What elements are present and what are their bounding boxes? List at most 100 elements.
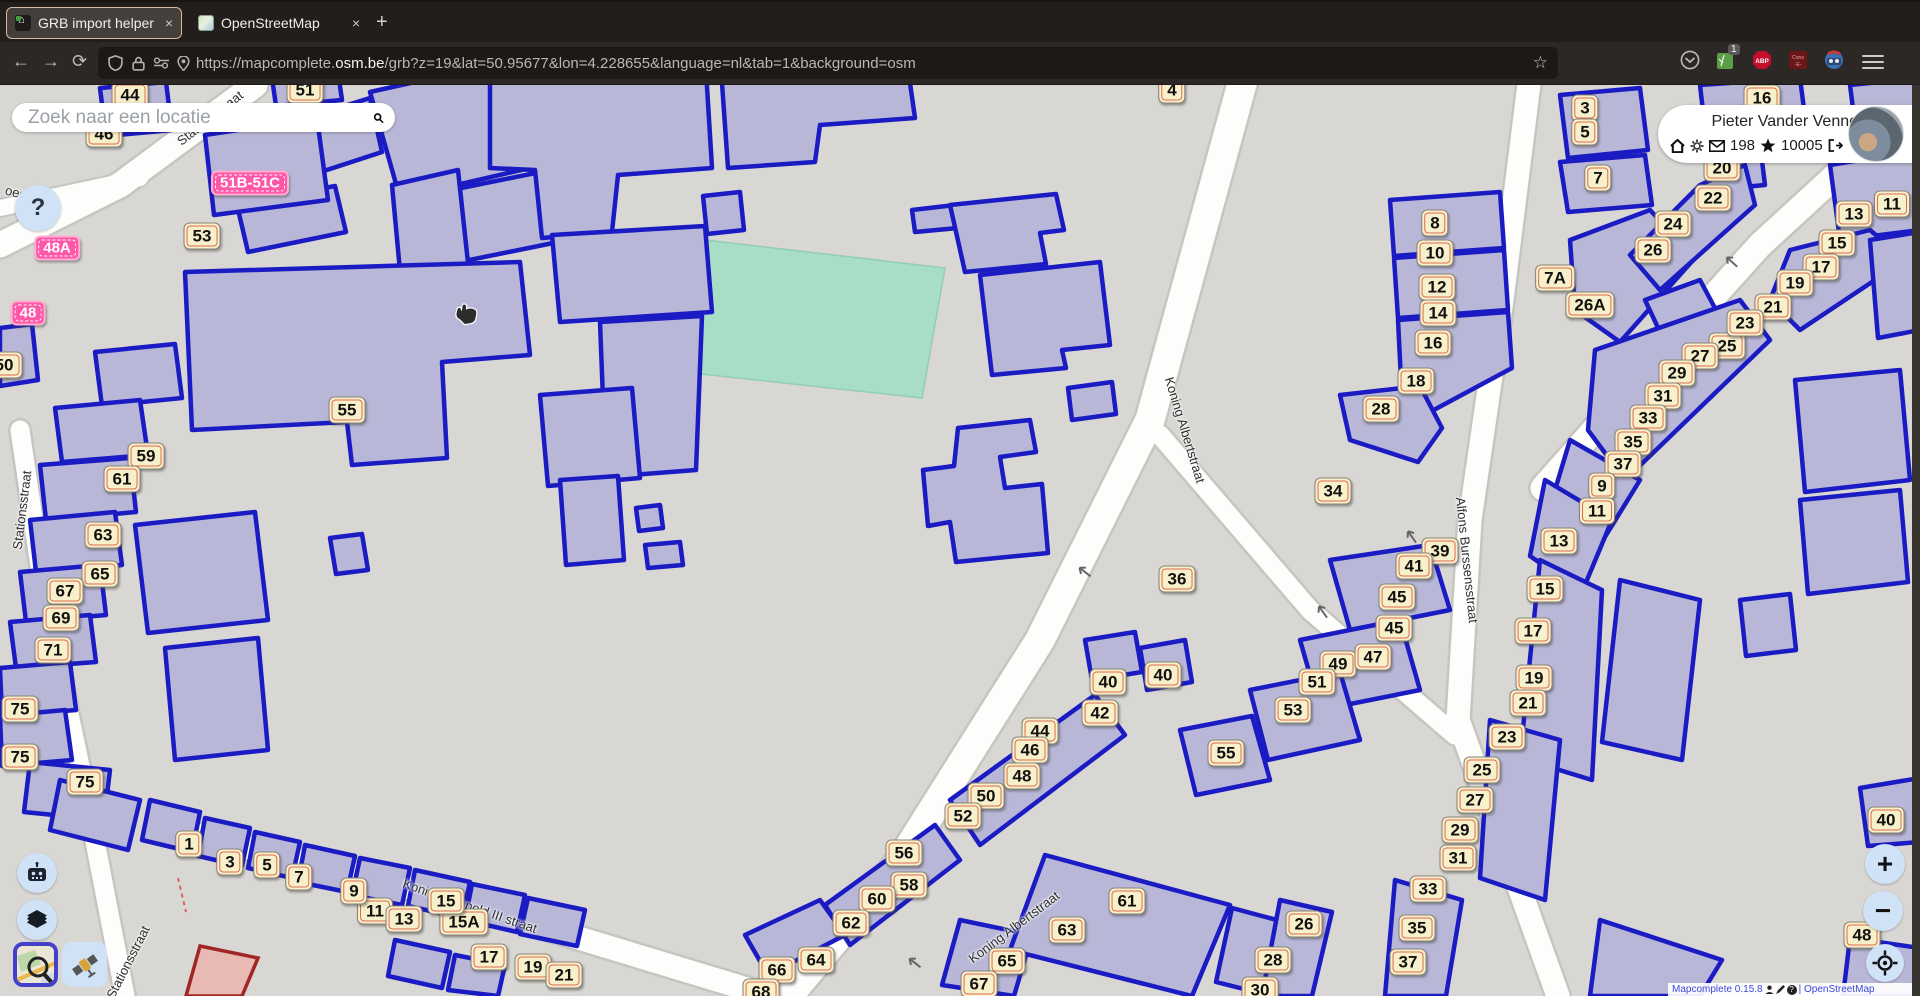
housenumber-badge[interactable]: 67 <box>47 578 84 605</box>
housenumber-badge[interactable]: 65 <box>82 561 119 588</box>
housenumber-badge[interactable]: 26A <box>1565 292 1614 319</box>
housenumber-badge[interactable]: 25 <box>1464 757 1501 784</box>
zoom-out-button[interactable]: − <box>1863 891 1903 931</box>
housenumber-badge[interactable]: 3 <box>216 849 243 876</box>
housenumber-badge[interactable]: 31 <box>1440 845 1477 872</box>
housenumber-badge[interactable]: 56 <box>886 840 923 867</box>
housenumber-badge[interactable]: 61 <box>1109 888 1146 915</box>
housenumber-badge[interactable]: 9 <box>1588 473 1615 500</box>
user-panel[interactable]: Pieter Vander Vennet 198 10005 <box>1658 105 1920 163</box>
mapcomplete-version-link[interactable]: Mapcomplete 0.15.8 <box>1672 984 1763 995</box>
avatar[interactable] <box>1848 106 1904 162</box>
housenumber-badge[interactable]: 41 <box>1396 553 1433 580</box>
attribution-help-icon[interactable]: ? <box>1787 985 1797 995</box>
housenumber-badge[interactable]: 36 <box>1159 566 1196 593</box>
housenumber-badge[interactable]: 69 <box>43 605 80 632</box>
housenumber-badge[interactable]: 17 <box>471 944 508 971</box>
reload-button[interactable]: ⟳ <box>72 51 87 72</box>
housenumber-badge[interactable]: 35 <box>1399 915 1436 942</box>
housenumber-badge[interactable]: 46 <box>1012 737 1049 764</box>
forward-button[interactable]: → <box>42 51 60 72</box>
housenumber-badge[interactable]: 40 <box>1090 669 1127 696</box>
housenumber-badge[interactable]: 40 <box>1145 662 1182 689</box>
housenumber-badge[interactable]: 48 <box>11 301 46 326</box>
help-button[interactable]: ? <box>15 185 61 231</box>
logout-icon[interactable] <box>1828 139 1843 152</box>
housenumber-badge[interactable]: 12 <box>1419 274 1456 301</box>
housenumber-badge[interactable]: 33 <box>1410 876 1447 903</box>
housenumber-badge[interactable]: 52 <box>945 803 982 830</box>
adblock-plus-icon[interactable]: ABP <box>1752 50 1772 70</box>
zoom-in-button[interactable]: + <box>1865 844 1905 884</box>
back-button[interactable]: ← <box>12 51 30 72</box>
contributor-icon[interactable] <box>1765 985 1774 994</box>
tab-close-icon[interactable]: × <box>352 15 360 31</box>
search-input[interactable] <box>26 106 372 130</box>
lock-icon[interactable] <box>132 56 145 71</box>
housenumber-badge[interactable]: 48A <box>34 236 80 261</box>
housenumber-badge[interactable]: 61 <box>104 466 141 493</box>
url-bar[interactable]: https://mapcomplete.osm.be/grb?z=19&lat=… <box>98 47 1558 79</box>
housenumber-badge[interactable]: 28 <box>1255 947 1292 974</box>
housenumber-badge[interactable]: 7 <box>285 864 312 891</box>
housenumber-badge[interactable]: 29 <box>1442 817 1479 844</box>
housenumber-badge[interactable]: 5 <box>253 852 280 879</box>
tab-close-icon[interactable]: × <box>165 15 173 31</box>
housenumber-badge[interactable]: 3 <box>1571 95 1598 122</box>
housenumber-badge[interactable]: 11 <box>1874 191 1910 218</box>
housenumber-badge[interactable]: 53 <box>1275 697 1312 724</box>
housenumber-badge[interactable]: 15 <box>1819 230 1856 257</box>
housenumber-badge[interactable]: 60 <box>859 886 896 913</box>
housenumber-badge[interactable]: 23 <box>1727 310 1764 337</box>
layers-button[interactable] <box>17 900 57 940</box>
tab-grb-import-helper[interactable]: GRB import helper × <box>6 7 182 39</box>
tab-openstreetmap[interactable]: OpenStreetMap <box>190 7 366 39</box>
housenumber-badge[interactable]: 71 <box>35 637 72 664</box>
mail-icon[interactable] <box>1709 140 1725 152</box>
housenumber-badge[interactable]: 18 <box>1398 368 1435 395</box>
new-tab-button[interactable]: + <box>376 12 388 32</box>
housenumber-badge[interactable]: 75 <box>67 769 104 796</box>
housenumber-badge[interactable]: 47 <box>1355 644 1392 671</box>
housenumber-badge[interactable]: 64 <box>798 947 835 974</box>
housenumber-badge[interactable]: 21 <box>1510 690 1547 717</box>
housenumber-badge[interactable]: 63 <box>1049 917 1086 944</box>
housenumber-badge[interactable]: 45 <box>1379 584 1416 611</box>
housenumber-badge[interactable]: 51 <box>1299 669 1336 696</box>
consent-manager-icon[interactable]: Cons-E- <box>1788 50 1808 70</box>
housenumber-badge[interactable]: 19 <box>1777 270 1814 297</box>
housenumber-badge[interactable]: 75 <box>2 744 39 771</box>
bookmark-star-icon[interactable]: ☆ <box>1533 53 1548 73</box>
location-pin-icon[interactable] <box>177 56 190 71</box>
housenumber-badge[interactable]: 5 <box>1571 119 1598 146</box>
housenumber-badge[interactable]: 15 <box>428 888 465 915</box>
housenumber-badge[interactable]: 67 <box>961 971 998 996</box>
robot-extension-icon[interactable] <box>1824 50 1844 70</box>
housenumber-badge[interactable]: 11 <box>1579 498 1615 525</box>
robot-button[interactable] <box>17 853 57 893</box>
housenumber-badge[interactable]: 13 <box>386 906 423 933</box>
housenumber-badge[interactable]: 19 <box>1516 665 1553 692</box>
housenumber-badge[interactable]: 48 <box>1004 763 1041 790</box>
housenumber-badge[interactable]: 22 <box>1695 185 1732 212</box>
osm-attribution-link[interactable]: | OpenStreetMap <box>1799 984 1875 995</box>
housenumber-badge[interactable]: 27 <box>1457 787 1494 814</box>
housenumber-badge[interactable]: 53 <box>184 223 221 250</box>
housenumber-badge[interactable]: 75 <box>2 696 39 723</box>
housenumber-badge[interactable]: 28 <box>1363 396 1400 423</box>
housenumber-badge[interactable]: 9 <box>340 878 367 905</box>
housenumber-badge[interactable]: 1 <box>175 831 202 858</box>
background-satellite-button[interactable] <box>62 942 107 987</box>
extension-green-icon[interactable]: 1 <box>1716 50 1736 70</box>
gear-icon[interactable] <box>1690 139 1704 153</box>
housenumber-badge[interactable]: 42 <box>1082 700 1119 727</box>
tracking-shield-icon[interactable] <box>108 55 123 71</box>
housenumber-badge[interactable]: 13 <box>1836 201 1873 228</box>
housenumber-badge[interactable]: 33 <box>1630 405 1667 432</box>
housenumber-badge[interactable]: 16 <box>1415 330 1452 357</box>
background-map-button[interactable] <box>13 942 58 987</box>
housenumber-badge[interactable]: 63 <box>85 522 122 549</box>
housenumber-badge[interactable]: 17 <box>1515 618 1552 645</box>
housenumber-badge[interactable]: 21 <box>546 962 583 989</box>
pocket-icon[interactable] <box>1680 50 1700 70</box>
